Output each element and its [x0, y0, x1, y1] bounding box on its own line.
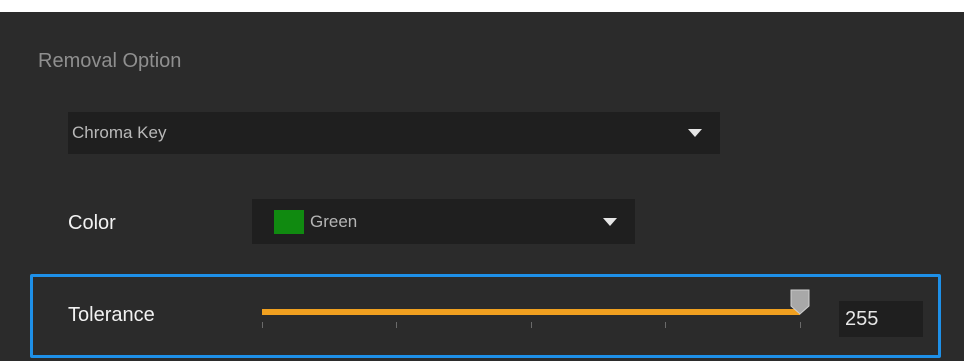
- tolerance-label: Tolerance: [68, 304, 155, 326]
- color-value: Green: [310, 211, 358, 231]
- slider-tick: [396, 322, 397, 328]
- removal-method-dropdown[interactable]: Chroma Key: [68, 112, 720, 154]
- slider-thumb[interactable]: [790, 289, 810, 315]
- removal-option-panel: Removal Option Chroma Key Color Green To…: [0, 12, 964, 361]
- slider-tick: [665, 322, 666, 328]
- color-swatch: [274, 209, 304, 234]
- section-title: Removal Option: [38, 50, 182, 72]
- removal-method-value: Chroma Key: [72, 123, 167, 142]
- slider-tick: [531, 322, 532, 328]
- tolerance-value-input[interactable]: 255: [839, 301, 923, 337]
- chevron-down-icon: [603, 217, 617, 226]
- slider-tick: [262, 322, 263, 328]
- slider-track: [262, 309, 800, 315]
- tolerance-slider[interactable]: [262, 289, 810, 332]
- color-dropdown[interactable]: Green: [252, 199, 635, 244]
- slider-tick: [800, 322, 801, 328]
- color-label: Color: [68, 212, 116, 234]
- chevron-down-icon: [688, 129, 702, 137]
